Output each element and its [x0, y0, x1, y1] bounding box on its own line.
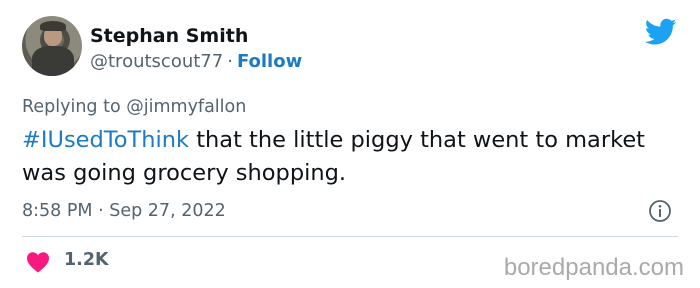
author-handle-row: @troutscout77 · Follow: [90, 51, 302, 72]
reply-target[interactable]: @jimmyfallon: [126, 97, 246, 117]
reply-context: Replying to @jimmyfallon: [22, 97, 246, 117]
heart-icon[interactable]: [26, 251, 50, 273]
author-handle[interactable]: @troutscout77: [90, 51, 223, 72]
tweet-text: #IUsedToThink that the little piggy that…: [22, 124, 662, 190]
divider: [22, 236, 678, 237]
reply-prefix: Replying to: [22, 97, 121, 117]
tweet-date[interactable]: Sep 27, 2022: [109, 201, 225, 221]
like-count[interactable]: 1.2K: [64, 250, 109, 270]
hashtag-link[interactable]: #IUsedToThink: [22, 127, 189, 153]
meta-separator: ·: [98, 201, 104, 221]
avatar[interactable]: [22, 16, 82, 76]
info-icon[interactable]: [648, 199, 672, 223]
watermark: boredpanda.com: [503, 254, 684, 281]
tweet-time[interactable]: 8:58 PM: [22, 201, 93, 221]
tweet-timestamp[interactable]: 8:58 PM · Sep 27, 2022: [22, 201, 226, 221]
author-name[interactable]: Stephan Smith: [90, 25, 248, 47]
follow-button[interactable]: Follow: [237, 51, 302, 72]
twitter-bird-icon[interactable]: [645, 18, 677, 46]
separator-dot: ·: [227, 51, 233, 72]
